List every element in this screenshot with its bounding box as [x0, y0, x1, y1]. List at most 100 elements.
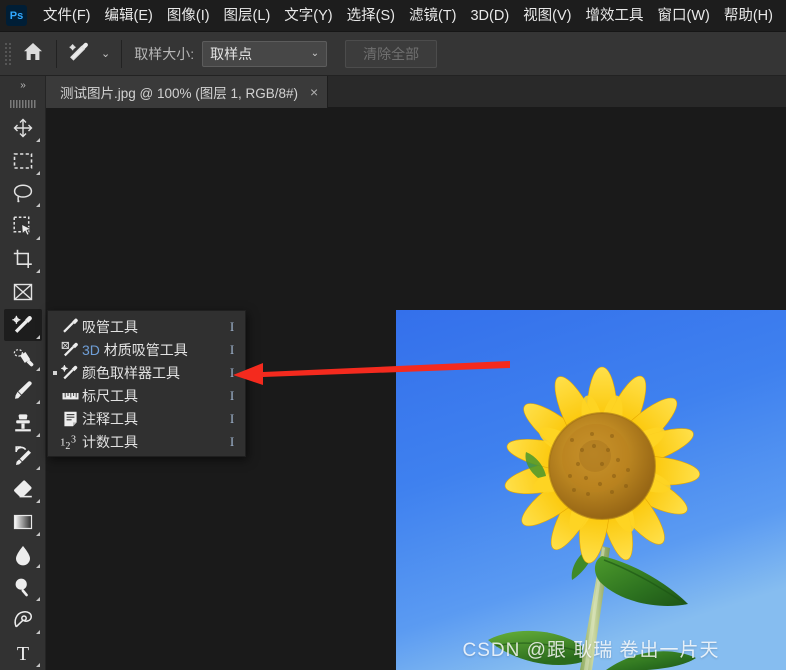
- tool-history-brush[interactable]: [4, 440, 42, 472]
- options-bar-drag-handle[interactable]: [3, 40, 12, 67]
- flyout-item-color-sampler[interactable]: 颜色取样器工具 I: [48, 361, 245, 384]
- tool-type[interactable]: T: [4, 637, 42, 669]
- document-tab[interactable]: 测试图片.jpg @ 100% (图层 1, RGB/8#) ×: [46, 76, 329, 108]
- menu-item-plugins[interactable]: 增效工具: [579, 0, 651, 32]
- tool-blur[interactable]: [4, 539, 42, 571]
- tool-dodge[interactable]: [4, 571, 42, 603]
- tool-clone-stamp[interactable]: [4, 407, 42, 439]
- flyout-item-eyedropper[interactable]: 吸管工具 I: [48, 315, 245, 338]
- sample-size-dropdown[interactable]: 取样点 ⌄: [202, 40, 328, 67]
- home-button[interactable]: [12, 42, 54, 66]
- menu-bar: Ps 文件(F) 编辑(E) 图像(I) 图层(L) 文字(Y) 选择(S) 滤…: [0, 0, 786, 32]
- flyout-item-shortcut: I: [229, 387, 235, 403]
- tool-gradient[interactable]: [4, 506, 42, 538]
- flyout-item-shortcut: I: [229, 318, 235, 334]
- ruler-icon: [58, 389, 82, 403]
- document-tab-title: 测试图片.jpg @ 100% (图层 1, RGB/8#): [60, 86, 299, 101]
- tools-panel: » T: [0, 76, 46, 670]
- tool-brush[interactable]: [4, 374, 42, 406]
- flyout-item-note[interactable]: 注释工具 I: [48, 407, 245, 430]
- options-bar: ⌄ 取样大小: 取样点 ⌄ 清除全部: [0, 32, 786, 76]
- flyout-item-label: 吸管工具: [82, 318, 138, 335]
- menu-item-file[interactable]: 文件(F): [36, 0, 98, 32]
- options-bar-divider-2: [121, 39, 123, 68]
- menu-item-image[interactable]: 图像(I): [160, 0, 217, 32]
- close-icon[interactable]: ×: [310, 85, 318, 99]
- flyout-item-shortcut: I: [229, 341, 235, 357]
- type-t-icon: T: [12, 642, 34, 664]
- menu-item-type[interactable]: 文字(Y): [277, 0, 339, 32]
- rectangular-marquee-icon: [12, 151, 34, 171]
- flyout-item-shortcut: I: [229, 364, 235, 380]
- tools-panel-drag-handle[interactable]: [9, 99, 36, 108]
- tool-rectangular-marquee[interactable]: [4, 145, 42, 177]
- eraser-icon: [12, 479, 34, 499]
- flyout-item-ruler[interactable]: 标尺工具 I: [48, 384, 245, 407]
- eyedropper-tool-flyout-menu: 吸管工具 I 3D 材质吸管工具 I 颜色取样器工具 I 标尺工具 I 注释工具…: [47, 310, 246, 457]
- tool-pen[interactable]: [4, 604, 42, 636]
- svg-text:3: 3: [71, 434, 76, 445]
- flyout-3d-prefix: 3D: [82, 341, 100, 358]
- flyout-item-label: 计数工具: [82, 433, 138, 450]
- tool-preset-chevron-down-icon[interactable]: ⌄: [99, 47, 119, 60]
- flyout-item-label: 3D 材质吸管工具: [82, 340, 219, 360]
- home-icon: [23, 42, 43, 66]
- photoshop-logo-icon: Ps: [6, 5, 27, 26]
- menu-item-window[interactable]: 窗口(W): [651, 0, 717, 32]
- sunflower-photo[interactable]: CSDN @跟 耿瑞 卷出一片天: [396, 310, 786, 670]
- sample-size-value: 取样点: [210, 45, 253, 62]
- crop-icon: [12, 248, 34, 270]
- tool-eraser[interactable]: [4, 473, 42, 505]
- options-bar-divider-1: [56, 39, 57, 68]
- menu-item-filter[interactable]: 滤镜(T): [402, 0, 464, 32]
- blur-drop-icon: [13, 544, 33, 566]
- photoshop-window: Ps 文件(F) 编辑(E) 图像(I) 图层(L) 文字(Y) 选择(S) 滤…: [0, 0, 786, 670]
- color-sampler-icon: [67, 40, 91, 67]
- lasso-icon: [12, 182, 34, 204]
- flyout-item-count[interactable]: 1 2 3 计数工具 I: [48, 430, 245, 453]
- svg-text:T: T: [16, 643, 28, 664]
- gradient-icon: [12, 513, 34, 531]
- tool-frame[interactable]: [4, 276, 42, 308]
- color-sampler-icon: [58, 363, 82, 382]
- tool-crop[interactable]: [4, 243, 42, 275]
- menu-item-help[interactable]: 帮助(H): [717, 0, 780, 32]
- document-tab-strip: 测试图片.jpg @ 100% (图层 1, RGB/8#) ×: [46, 76, 786, 108]
- flyout-item-shortcut: I: [229, 433, 235, 449]
- tool-quick-selection[interactable]: [4, 210, 42, 242]
- tool-lasso[interactable]: [4, 178, 42, 210]
- flyout-item-3d-material-eyedropper[interactable]: 3D 材质吸管工具 I: [48, 338, 245, 361]
- menu-item-layer[interactable]: 图层(L): [217, 0, 278, 32]
- current-tool-preset-button[interactable]: [59, 40, 99, 67]
- healing-brush-icon: [12, 347, 34, 369]
- menu-item-3d[interactable]: 3D(D): [463, 0, 516, 32]
- frame-icon: [12, 282, 34, 302]
- count-123-icon: 1 2 3: [58, 433, 82, 451]
- quick-selection-icon: [12, 215, 34, 237]
- clear-all-button[interactable]: 清除全部: [345, 39, 438, 68]
- flyout-item-label: 标尺工具: [82, 387, 138, 404]
- svg-text:2: 2: [65, 441, 70, 451]
- tool-eyedropper[interactable]: [3, 308, 42, 341]
- flyout-3d-rest: 材质吸管工具: [99, 341, 188, 358]
- tool-move[interactable]: [4, 112, 42, 144]
- flyout-item-label: 颜色取样器工具: [82, 364, 180, 381]
- eyedropper-icon: [58, 317, 82, 336]
- menu-item-edit[interactable]: 编辑(E): [98, 0, 160, 32]
- pen-icon: [12, 609, 34, 631]
- sample-size-label: 取样大小:: [134, 45, 195, 62]
- brush-icon: [12, 379, 34, 401]
- collapse-panel-icon[interactable]: »: [0, 76, 46, 95]
- note-icon: [58, 410, 82, 428]
- menu-item-view[interactable]: 视图(V): [516, 0, 578, 32]
- flyout-item-shortcut: I: [229, 410, 235, 426]
- tool-healing-brush[interactable]: [4, 342, 42, 374]
- chevron-down-icon: ⌄: [310, 48, 320, 59]
- selected-bullet-icon: [53, 371, 57, 375]
- 3d-material-eyedropper-icon: [58, 340, 82, 359]
- color-sampler-icon: [11, 313, 35, 336]
- menu-item-select[interactable]: 选择(S): [340, 0, 402, 32]
- clone-stamp-icon: [12, 412, 34, 434]
- dodge-icon: [12, 576, 34, 598]
- move-icon: [12, 117, 34, 139]
